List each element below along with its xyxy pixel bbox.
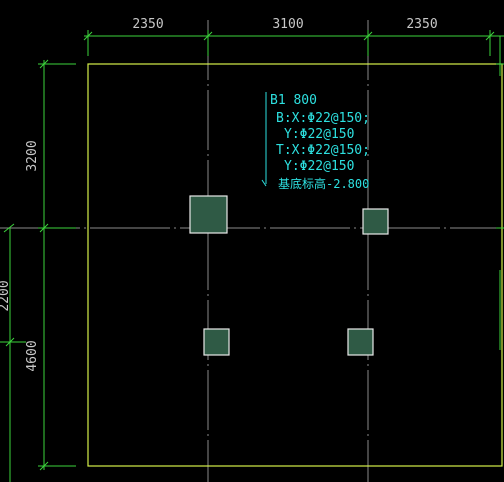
dim-top-1: 2350 — [132, 17, 163, 32]
annotation-line-1: B1 800 — [270, 93, 317, 108]
left-dimension — [38, 59, 76, 471]
dim-left-1: 3200 — [25, 140, 40, 171]
column-lower-right[interactable] — [347, 328, 374, 356]
annotation-line-6: 基底标高-2.800 — [278, 176, 369, 191]
axis-lines — [0, 20, 504, 482]
dim-top-3: 2350 — [406, 17, 437, 32]
dim-left-partial: 2200 — [0, 280, 12, 311]
cad-drawing: 2350 3100 2350 3200 4600 2200 B1 800 B:X… — [0, 17, 504, 482]
annotation-line-3: Y:Φ22@150 — [284, 127, 354, 142]
top-dimension — [83, 30, 504, 56]
column-upper-right[interactable] — [362, 208, 389, 235]
dim-top-2: 3100 — [272, 17, 303, 32]
annotation-line-5: Y:Φ22@150 — [284, 159, 354, 174]
left-partial-dimension — [0, 223, 26, 482]
column-lower-left[interactable] — [203, 328, 230, 356]
annotation-line-2: B:X:Φ22@150; — [276, 111, 370, 126]
slab-annotation[interactable]: B1 800 B:X:Φ22@150; Y:Φ22@150 T:X:Φ22@15… — [270, 93, 370, 191]
annotation-line-4: T:X:Φ22@150; — [276, 143, 370, 158]
right-dimension — [496, 36, 504, 350]
column-upper-left[interactable] — [189, 195, 228, 234]
annotation-leader — [261, 92, 267, 187]
dim-left-2: 4600 — [25, 340, 40, 371]
